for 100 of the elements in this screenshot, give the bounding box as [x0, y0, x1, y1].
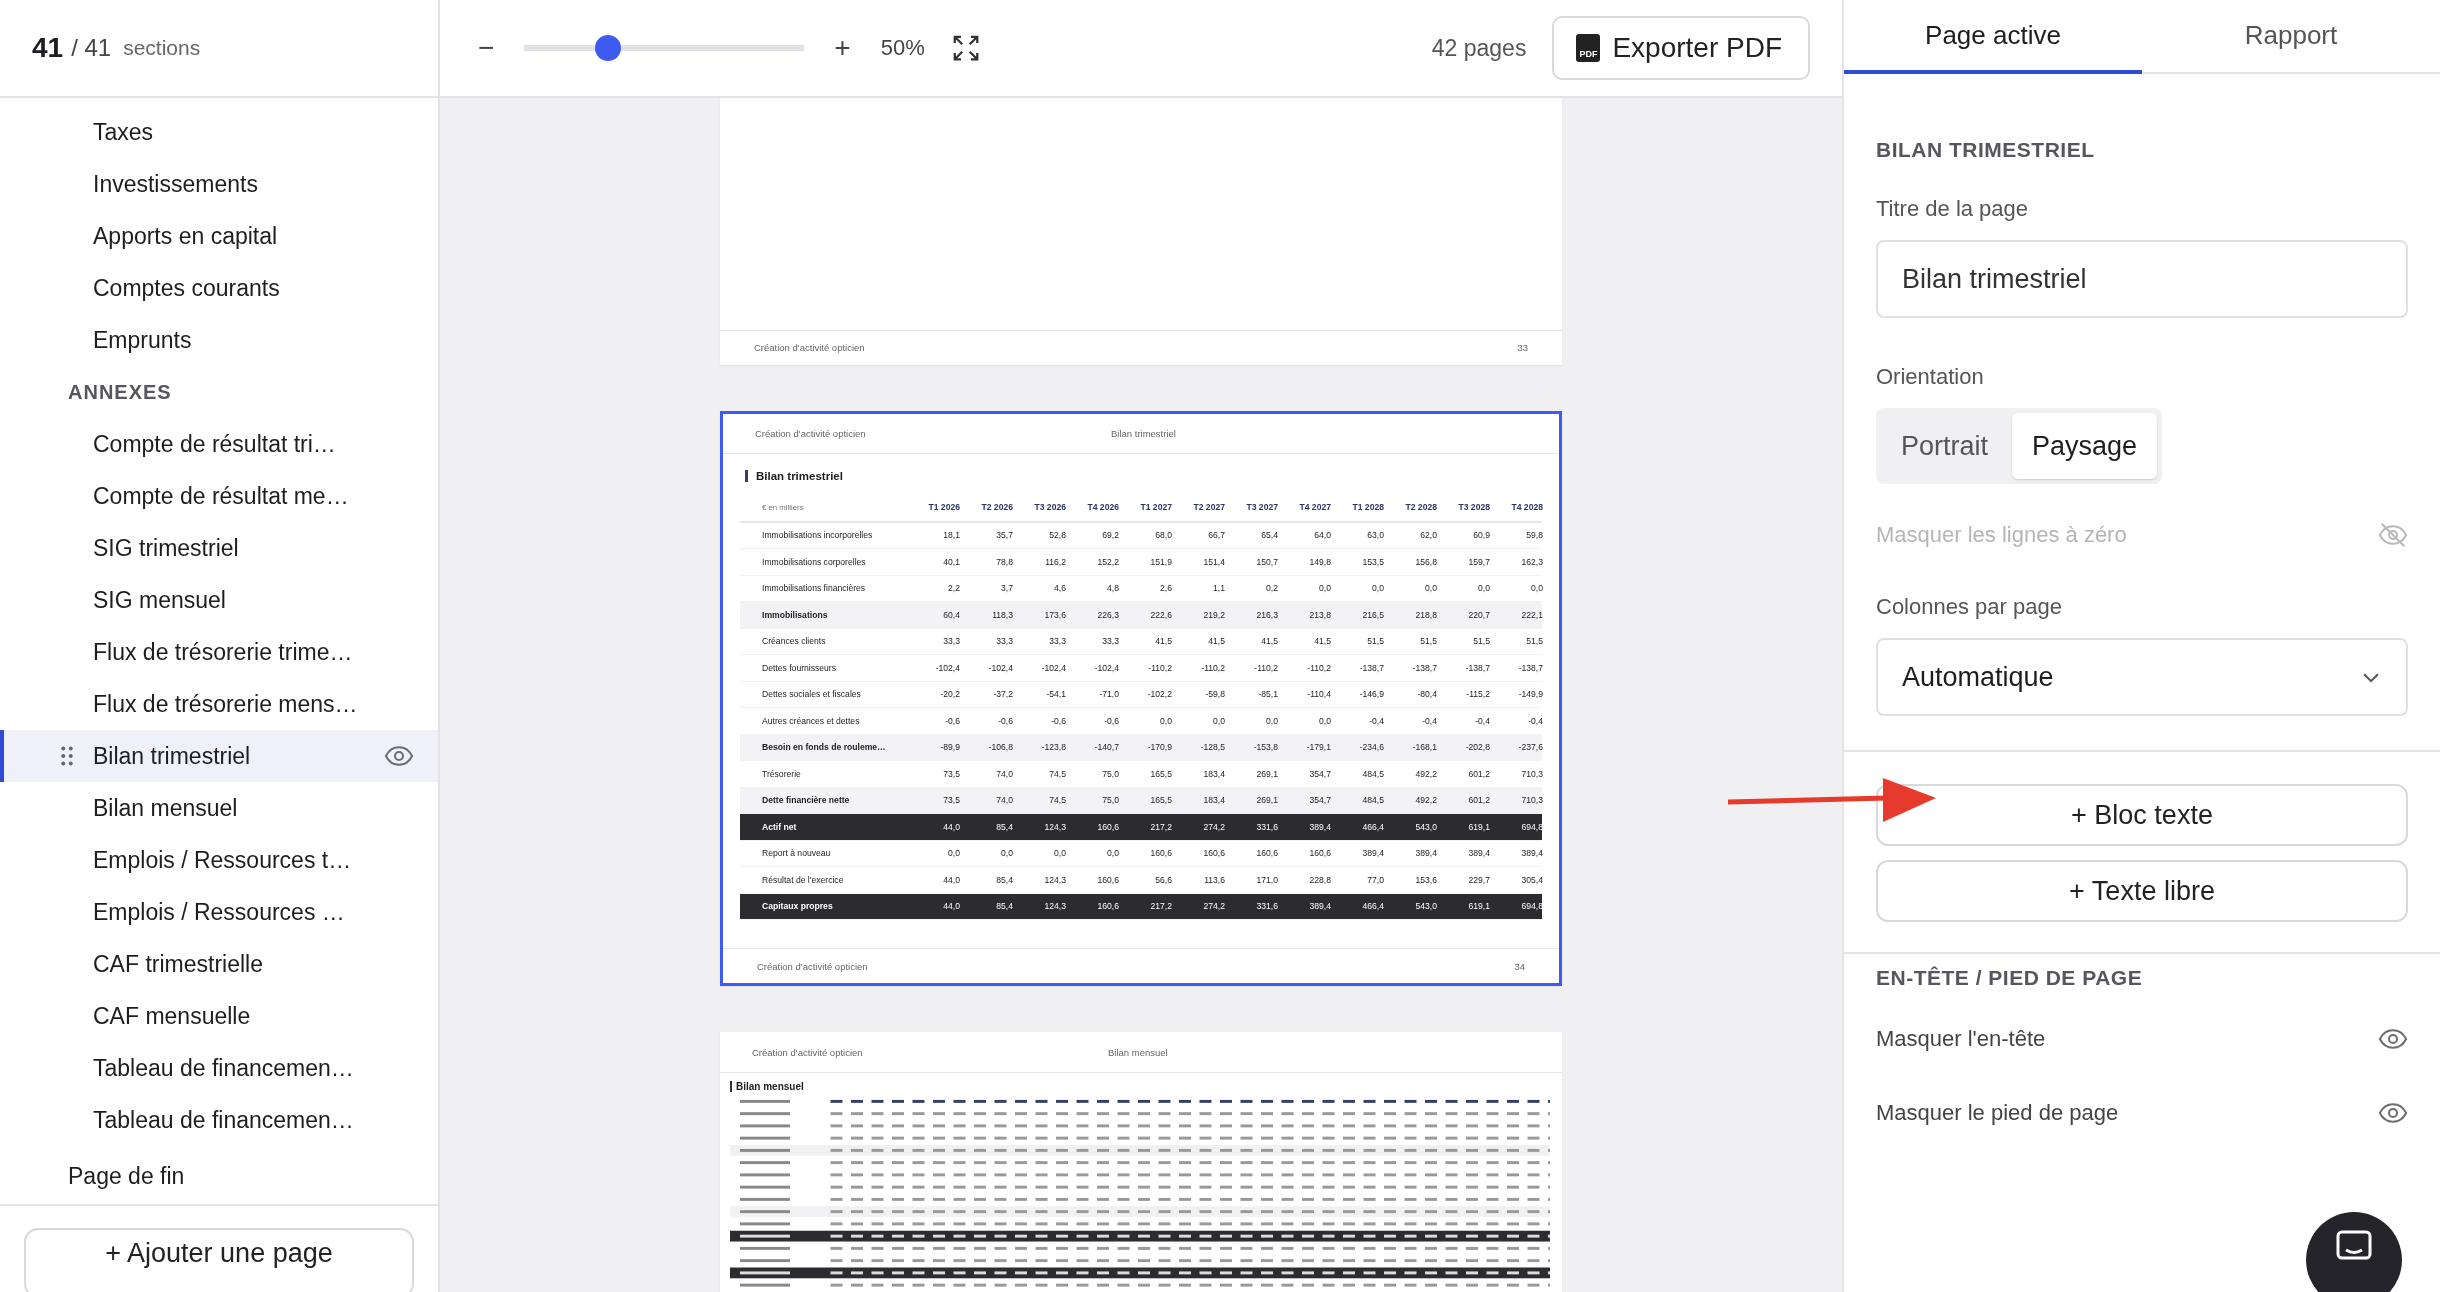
- table-cell-text: -138,7: [1464, 662, 1491, 673]
- table-cell-text: 183,4: [1202, 768, 1226, 779]
- table-cell-text: 216,5: [1361, 609, 1385, 620]
- page-count: 42 pages: [1431, 34, 1527, 62]
- sidebar-item[interactable]: Flux de trésorerie mens…: [0, 678, 438, 730]
- table-cell-text: 44,0: [942, 874, 961, 885]
- table-cell-text: 213,8: [1308, 609, 1332, 620]
- page-footer-text: Création d'activité opticien: [754, 342, 865, 353]
- table-cell-text: 44,0: [942, 901, 961, 912]
- sidebar-item[interactable]: Taxes: [0, 106, 438, 158]
- sidebar-item[interactable]: Compte de résultat me…: [0, 470, 438, 522]
- row-label: Dette financière nette: [761, 795, 851, 806]
- table-cell-text: 41,5: [1313, 636, 1332, 647]
- sidebar-item[interactable]: Emprunts: [0, 314, 438, 366]
- table-cell-text: 2,2: [947, 583, 961, 594]
- table-cell-text: -102,4: [1093, 662, 1120, 673]
- table-cell-text: 694,8: [1520, 821, 1544, 832]
- table-cell-text: 78,8: [995, 556, 1014, 567]
- table-cell-text: -110,4: [1306, 689, 1332, 700]
- table-cell-text: 219,2: [1202, 609, 1226, 620]
- table-cell-text: -138,7: [1411, 662, 1438, 673]
- table-cell-text: 1,1: [1212, 583, 1226, 594]
- table-cell-text: 160,6: [1255, 848, 1279, 859]
- table-cell-text: 51,5: [1472, 636, 1491, 647]
- sidebar-item[interactable]: Bilan trimestriel: [0, 730, 438, 782]
- add-block-button[interactable]: + Bloc texte: [1876, 784, 2408, 846]
- table-cell-text: 118,3: [991, 609, 1014, 620]
- page-number: 34: [1514, 960, 1525, 972]
- sidebar-item[interactable]: Tableau de financemen…: [0, 1094, 438, 1146]
- add-block-button[interactable]: + Texte libre: [1876, 860, 2408, 922]
- sidebar-item[interactable]: Tableau de financemen…: [0, 1042, 438, 1094]
- page-title-field[interactable]: Bilan trimestriel: [1876, 240, 2408, 318]
- table-cell-text: -102,4: [1040, 662, 1067, 673]
- table-cell-text: -168,1: [1411, 742, 1438, 753]
- sidebar-item[interactable]: SIG mensuel: [0, 574, 438, 626]
- row-label: Résultat de l'exercice: [761, 874, 845, 885]
- section-title: EN-TÊTE / PIED DE PAGE: [1876, 966, 2144, 990]
- columns-dropdown[interactable]: Automatique: [1876, 638, 2408, 716]
- sidebar-item[interactable]: CAF trimestrielle: [0, 938, 438, 990]
- column-header: T4 2027: [1298, 502, 1332, 512]
- table-cell-text: 0,0: [1053, 848, 1067, 859]
- row-label: Immobilisations incorporelles: [761, 530, 874, 541]
- sidebar-item[interactable]: Bilan mensuel: [0, 782, 438, 834]
- row-label: Immobilisations corporelles: [761, 556, 867, 567]
- zoom-in-button[interactable]: +: [830, 32, 855, 64]
- table-cell-text: 151,4: [1202, 556, 1226, 567]
- section-count: 41: [32, 32, 64, 64]
- table-cell-text: 389,4: [1520, 848, 1544, 859]
- table-cell-text: 216,3: [1255, 609, 1279, 620]
- table-cell-text: 60,4: [942, 609, 961, 620]
- table-cell-text: -110,2: [1200, 662, 1226, 673]
- sidebar-item[interactable]: Compte de résultat tri…: [0, 418, 438, 470]
- sidebar-item[interactable]: Comptes courants: [0, 262, 438, 314]
- page-title: Bilan trimestriel: [745, 469, 1559, 482]
- page-footer-text: Création d'activité opticien: [757, 960, 868, 972]
- sidebar-item[interactable]: Emplois / Ressources …: [0, 886, 438, 938]
- page-preview[interactable]: [720, 410, 1562, 986]
- table-cell-text: 40,1: [942, 556, 961, 567]
- table-cell-text: 173,6: [1043, 609, 1067, 620]
- table-cell-text: 150,7: [1255, 556, 1279, 567]
- drag-handle-icon[interactable]: [60, 746, 74, 766]
- table-cell-text: -20,2: [939, 689, 961, 700]
- page-preview[interactable]: Création d'activité opticien 33: [720, 98, 1562, 365]
- table-cell-text: 220,7: [1467, 609, 1491, 620]
- orientation-option[interactable]: Portrait: [1881, 413, 2009, 479]
- zoom-out-button[interactable]: −: [474, 32, 499, 64]
- column-header: T3 2028: [1457, 502, 1491, 512]
- sidebar-item[interactable]: Page de fin: [0, 1150, 438, 1202]
- panel-tab[interactable]: Rapport: [2142, 0, 2440, 74]
- table-cell-text: 160,6: [1096, 821, 1120, 832]
- add-page-button[interactable]: + Ajouter une page: [24, 1228, 414, 1292]
- orientation-option[interactable]: Paysage: [2012, 413, 2158, 479]
- table-cell-text: 124,3: [1043, 901, 1067, 912]
- table-cell-text: -0,6: [944, 715, 961, 726]
- pdf-file-icon: PDF: [1576, 34, 1601, 62]
- section-total: / 41: [71, 34, 112, 62]
- table-cell-text: 75,0: [1101, 795, 1120, 806]
- export-pdf-button[interactable]: PDF Exporter PDF: [1552, 16, 1810, 80]
- sidebar-item[interactable]: Emplois / Ressources t…: [0, 834, 438, 886]
- table-cell-text: 543,0: [1414, 821, 1438, 832]
- table-cell-text: -0,4: [1368, 715, 1385, 726]
- slider-thumb[interactable]: [595, 35, 622, 61]
- sidebar-item[interactable]: Apports en capital: [0, 210, 438, 262]
- row-label: Autres créances et dettes: [761, 715, 861, 726]
- page-header-text: Création d'activité opticien: [755, 427, 867, 439]
- sidebar-item[interactable]: Investissements: [0, 158, 438, 210]
- table-cell-text: -149,9: [1517, 689, 1544, 700]
- page-preview[interactable]: Création d'activité opticien Bilan mensuel Bilan mensuel: [720, 1032, 1562, 1292]
- sidebar-item[interactable]: Flux de trésorerie trime…: [0, 626, 438, 678]
- sidebar-item[interactable]: SIG trimestriel: [0, 522, 438, 574]
- table-cell-text: 33,3: [942, 636, 961, 647]
- table-cell-text: 710,3: [1520, 768, 1544, 779]
- table-cell-text: 484,5: [1361, 768, 1385, 779]
- sidebar-item[interactable]: CAF mensuelle: [0, 990, 438, 1042]
- table-cell-text: 0,0: [1530, 583, 1544, 594]
- table-cell-text: 160,6: [1149, 848, 1173, 859]
- table-cell-text: 69,2: [1101, 530, 1120, 541]
- table-cell-text: -0,6: [1103, 715, 1120, 726]
- page-title: Bilan mensuel: [730, 1081, 1562, 1092]
- table-cell-text: 41,5: [1260, 636, 1279, 647]
